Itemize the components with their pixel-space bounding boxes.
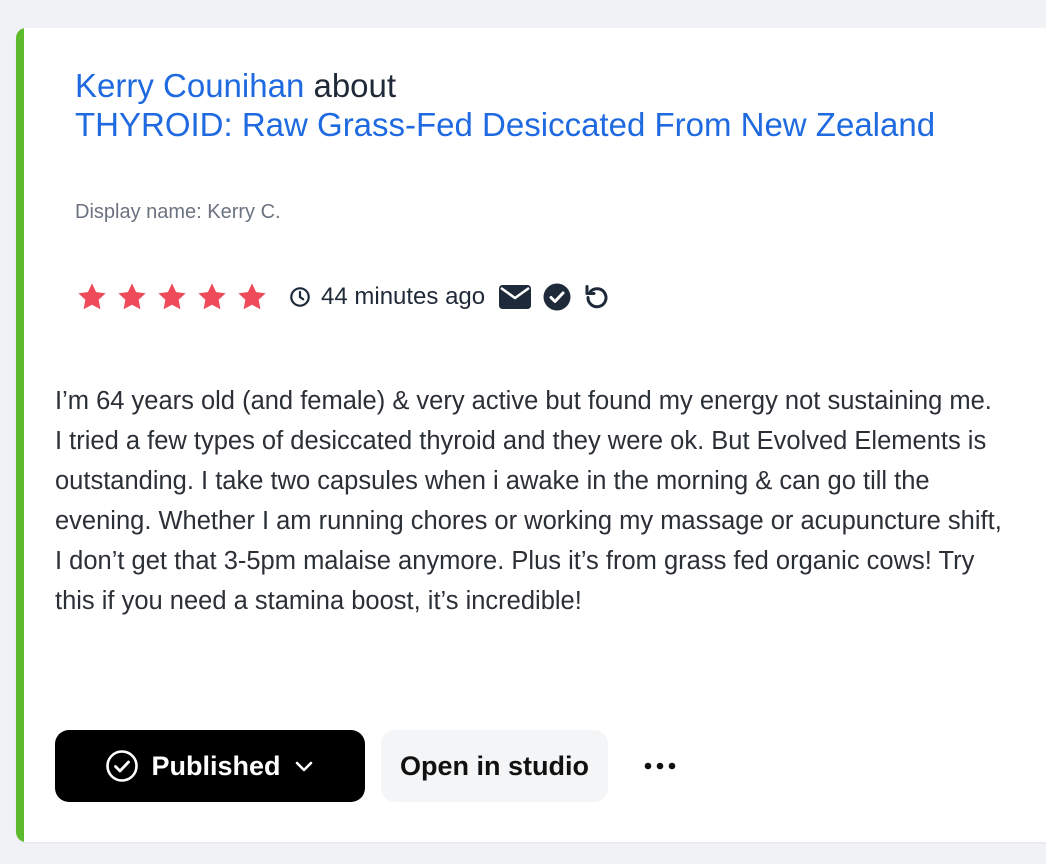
author-link[interactable]: Kerry Counihan — [75, 67, 304, 104]
star-rating — [75, 281, 269, 313]
open-in-studio-button[interactable]: Open in studio — [381, 730, 608, 802]
undo-icon[interactable] — [583, 283, 611, 311]
star-icon — [238, 283, 266, 310]
more-dots-icon — [644, 762, 676, 770]
product-link[interactable]: THYROID: Raw Grass-Fed Desiccated From N… — [75, 106, 935, 143]
review-time: 44 minutes ago — [321, 283, 486, 310]
review-meta-row: 44 minutes ago — [75, 280, 623, 314]
star-icon — [198, 283, 226, 310]
chevron-down-icon — [295, 761, 312, 772]
display-name: Display name: Kerry C. — [75, 201, 281, 223]
status-dropdown-button[interactable]: Published — [55, 730, 365, 802]
review-body: I’m 64 years old (and female) & very act… — [55, 387, 1002, 615]
star-icon — [118, 283, 146, 310]
more-options-button[interactable] — [638, 744, 682, 788]
check-circle-icon[interactable] — [543, 283, 571, 311]
review-heading: Kerry Counihan about THYROID: Raw Grass-… — [75, 66, 975, 144]
star-icon — [78, 283, 106, 310]
star-icon — [158, 283, 186, 310]
status-label: Published — [151, 750, 281, 781]
check-circle-outline-icon — [106, 750, 139, 782]
status-accent-bar — [16, 28, 24, 842]
review-actions: Published Open in studio — [55, 730, 682, 802]
clock-icon — [290, 287, 310, 307]
review-card: Kerry Counihan about THYROID: Raw Grass-… — [16, 28, 1046, 842]
envelope-icon[interactable] — [499, 284, 532, 310]
heading-connector: about — [313, 67, 397, 104]
